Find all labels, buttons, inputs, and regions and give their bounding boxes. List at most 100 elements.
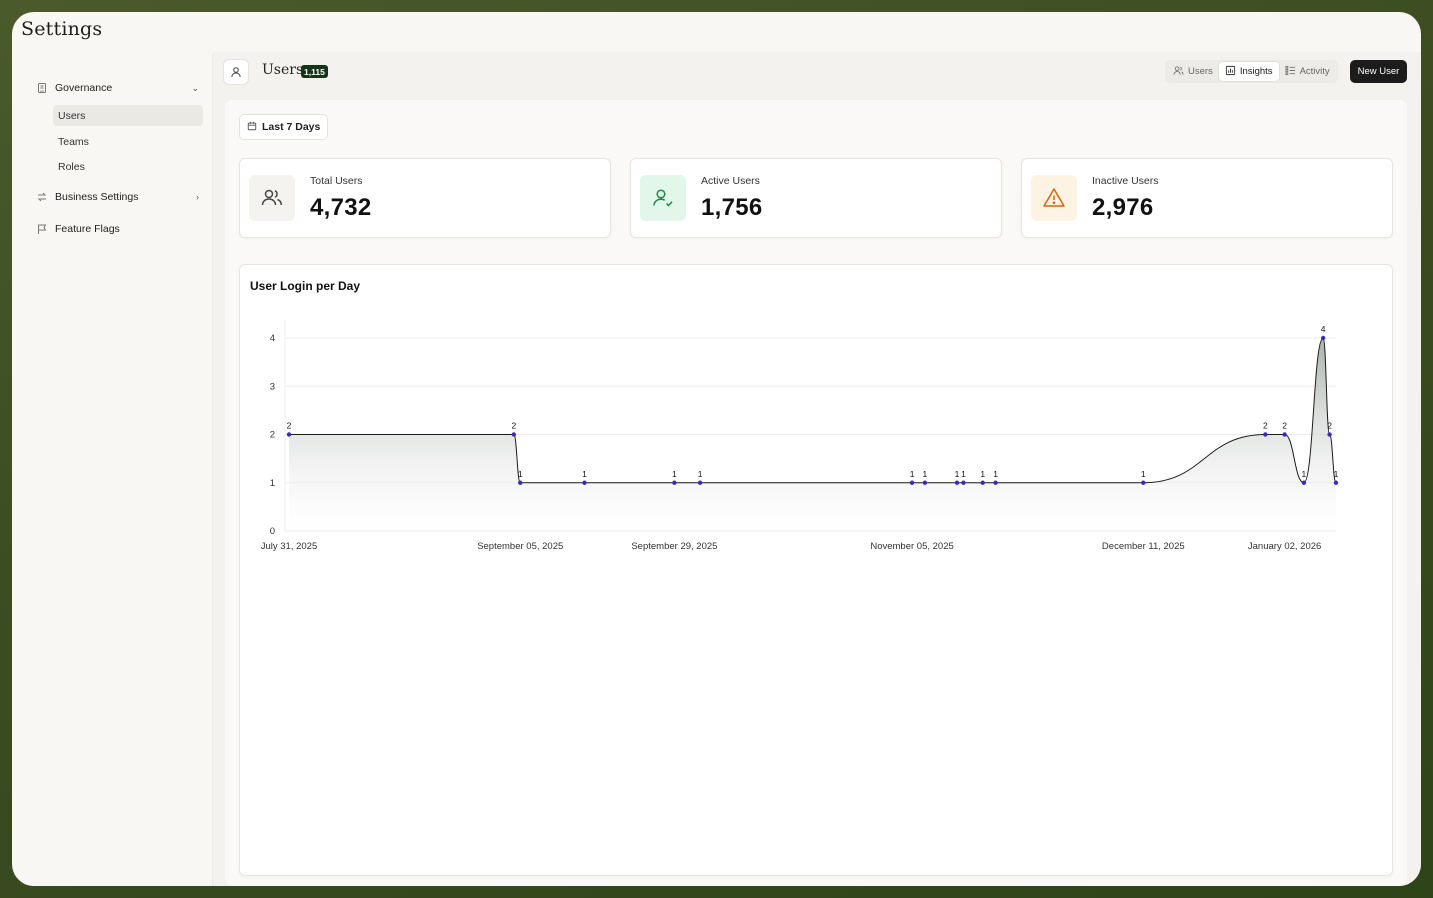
data-label: 1 xyxy=(980,469,985,479)
x-tick-label: September 05, 2025 xyxy=(477,541,563,552)
data-label: 2 xyxy=(1282,421,1287,431)
data-point xyxy=(1263,432,1268,437)
data-point xyxy=(954,480,960,485)
data-label: 2 xyxy=(1327,421,1332,431)
stat-card-inactive-users: Inactive Users 2,976 xyxy=(1021,158,1393,238)
tab-insights[interactable]: Insights xyxy=(1218,62,1279,81)
stat-value: 1,756 xyxy=(701,194,763,221)
page-title: Users xyxy=(262,62,304,78)
sidebar-item-teams[interactable]: Teams xyxy=(53,131,203,152)
data-point xyxy=(909,480,915,485)
insights-content: Last 7 Days Total Users 4,732 Active Use… xyxy=(225,100,1407,886)
chevron-right-icon: › xyxy=(196,192,199,202)
date-range-label: Last 7 Days xyxy=(262,121,321,133)
data-point xyxy=(1327,432,1332,437)
sidebar-item-users[interactable]: Users xyxy=(53,105,203,126)
data-label: 1 xyxy=(993,469,998,479)
users-icon xyxy=(249,175,295,221)
topbar: Users 1,115 Users Insights Activity New … xyxy=(213,52,1421,92)
data-label: 1 xyxy=(1334,469,1339,479)
tab-users[interactable]: Users xyxy=(1167,62,1219,81)
data-label: 1 xyxy=(672,469,677,479)
data-point xyxy=(286,432,292,437)
user-icon xyxy=(223,59,249,85)
calendar-icon xyxy=(247,121,257,134)
sidebar: Governance ⌄ Users Teams Roles Business … xyxy=(21,54,213,886)
main-panel: Users 1,115 Users Insights Activity New … xyxy=(213,52,1421,886)
sidebar-item-roles[interactable]: Roles xyxy=(53,156,203,177)
view-tabs: Users Insights Activity xyxy=(1165,60,1338,83)
data-label: 1 xyxy=(518,469,523,479)
data-point xyxy=(672,480,677,485)
tab-label: Activity xyxy=(1299,66,1330,77)
stat-label: Active Users xyxy=(701,175,760,187)
x-tick-label: November 05, 2025 xyxy=(870,541,953,552)
x-tick-label: December 11, 2025 xyxy=(1102,541,1185,552)
data-label: 1 xyxy=(955,469,960,479)
data-label: 1 xyxy=(1141,469,1146,479)
stat-card-total-users: Total Users 4,732 xyxy=(239,158,611,238)
data-label: 1 xyxy=(910,469,915,479)
sidebar-item-business-settings[interactable]: Business Settings › xyxy=(35,186,207,208)
data-label: 1 xyxy=(582,469,587,479)
data-label: 1 xyxy=(961,469,966,479)
data-point xyxy=(961,480,966,485)
warning-icon xyxy=(1031,175,1077,221)
list-icon xyxy=(1285,65,1296,79)
x-tick-label: July 31, 2025 xyxy=(261,541,318,552)
sidebar-item-feature-flags[interactable]: Feature Flags xyxy=(35,218,207,240)
data-point xyxy=(511,432,517,437)
data-point xyxy=(1141,480,1146,485)
new-user-button[interactable]: New User xyxy=(1350,60,1407,83)
data-label: 2 xyxy=(511,421,516,431)
chevron-down-icon: ⌄ xyxy=(191,82,199,93)
sidebar-item-label: Teams xyxy=(58,135,89,148)
sidebar-item-label: Feature Flags xyxy=(55,223,120,235)
app-title: Settings xyxy=(21,18,103,40)
data-point xyxy=(1301,480,1307,485)
users-icon xyxy=(1173,65,1184,79)
data-point xyxy=(518,480,523,485)
user-count-badge: 1,115 xyxy=(301,65,328,78)
date-range-button[interactable]: Last 7 Days xyxy=(239,114,329,140)
data-point xyxy=(582,480,587,485)
data-point xyxy=(993,480,998,485)
data-point xyxy=(1333,480,1339,485)
login-per-day-chart: 2 21 1 1 1 1 1 1 1 1 1 12 21421 01234July 31, 2025 Se… xyxy=(261,320,1339,552)
flag-icon xyxy=(35,222,49,236)
login-chart-card: User Login per Day 2211111111111221421 0… xyxy=(239,264,1393,876)
data-label: 1 xyxy=(698,469,703,479)
data-label: 1 xyxy=(1302,469,1307,479)
sidebar-item-label: Roles xyxy=(58,160,85,173)
sidebar-item-label: Governance xyxy=(55,82,113,94)
sidebar-item-label: Users xyxy=(58,109,86,122)
stat-value: 4,732 xyxy=(310,194,372,221)
data-label: 2 xyxy=(1263,421,1268,431)
stat-value: 2,976 xyxy=(1092,194,1154,221)
x-tick-label: January 02, 2026 xyxy=(1248,541,1321,552)
tab-label: Insights xyxy=(1239,66,1273,77)
building-icon xyxy=(35,81,49,95)
data-point xyxy=(1282,432,1287,437)
data-label: 4 xyxy=(1321,324,1326,334)
tab-activity[interactable]: Activity xyxy=(1279,62,1336,81)
sidebar-item-governance[interactable]: Governance ⌄ xyxy=(35,77,207,99)
chart-icon xyxy=(1225,65,1236,79)
y-tick-label: 0 xyxy=(270,526,275,537)
user-check-icon xyxy=(640,175,686,221)
x-tick-label: September 29, 2025 xyxy=(631,541,717,552)
sidebar-item-label: Business Settings xyxy=(55,191,139,203)
y-tick-label: 3 xyxy=(270,381,275,392)
data-label: 1 xyxy=(923,469,928,479)
stat-label: Total Users xyxy=(310,175,363,187)
tab-label: Users xyxy=(1188,66,1213,77)
y-tick-label: 2 xyxy=(270,430,275,441)
data-point xyxy=(697,480,703,485)
data-point xyxy=(980,480,985,485)
data-point xyxy=(922,480,928,485)
y-tick-label: 4 xyxy=(270,333,275,344)
stat-label: Inactive Users xyxy=(1092,175,1159,187)
stat-card-active-users: Active Users 1,756 xyxy=(630,158,1002,238)
data-point xyxy=(1320,335,1326,341)
swap-arrows-icon xyxy=(35,190,49,204)
